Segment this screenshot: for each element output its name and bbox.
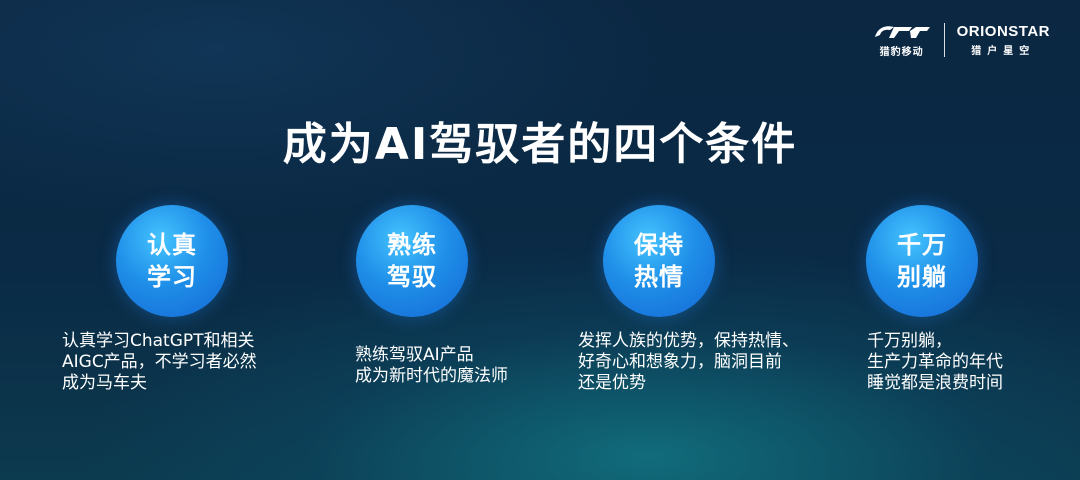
description-line: 发挥人族的优势，保持热情、 bbox=[578, 331, 799, 351]
circle-line: 别躺 bbox=[897, 263, 947, 291]
condition-circle: 熟练 驾驭 bbox=[356, 205, 468, 317]
condition-circle: 千万 别躺 bbox=[866, 205, 978, 317]
description-line: 好奇心和想象力，脑洞目前 bbox=[578, 352, 782, 372]
condition-description: 发挥人族的优势，保持热情、 好奇心和想象力，脑洞目前 还是优势 bbox=[578, 331, 799, 394]
circle-line: 热情 bbox=[634, 263, 684, 291]
circle-line: 千万 bbox=[897, 231, 947, 259]
description-line: 成为新时代的魔法师 bbox=[355, 366, 508, 386]
circle-line: 驾驭 bbox=[387, 263, 437, 291]
circle-line: 保持 bbox=[634, 231, 684, 259]
description-line: AIGC产品，不学习者必然 bbox=[62, 352, 257, 372]
description-line: 认真学习ChatGPT和相关 bbox=[62, 331, 255, 351]
description-line: 睡觉都是浪费时间 bbox=[867, 373, 1003, 393]
circle-line: 学习 bbox=[147, 263, 197, 291]
condition-circle: 保持 热情 bbox=[603, 205, 715, 317]
condition-circle: 认真 学习 bbox=[116, 205, 228, 317]
circle-line: 认真 bbox=[147, 231, 197, 259]
description-line: 还是优势 bbox=[578, 373, 646, 393]
circle-line: 熟练 bbox=[387, 231, 437, 259]
condition-description: 熟练驾驭AI产品 成为新时代的魔法师 bbox=[355, 345, 508, 387]
description-line: 成为马车夫 bbox=[62, 373, 147, 393]
conditions-list: 认真 学习 认真学习ChatGPT和相关 AIGC产品，不学习者必然 成为马车夫… bbox=[0, 0, 1080, 480]
condition-description: 认真学习ChatGPT和相关 AIGC产品，不学习者必然 成为马车夫 bbox=[62, 331, 257, 394]
condition-description: 千万别躺， 生产力革命的年代 睡觉都是浪费时间 bbox=[867, 331, 1003, 394]
description-line: 熟练驾驭AI产品 bbox=[355, 345, 474, 365]
description-line: 生产力革命的年代 bbox=[867, 352, 1003, 372]
description-line: 千万别躺， bbox=[867, 331, 952, 351]
